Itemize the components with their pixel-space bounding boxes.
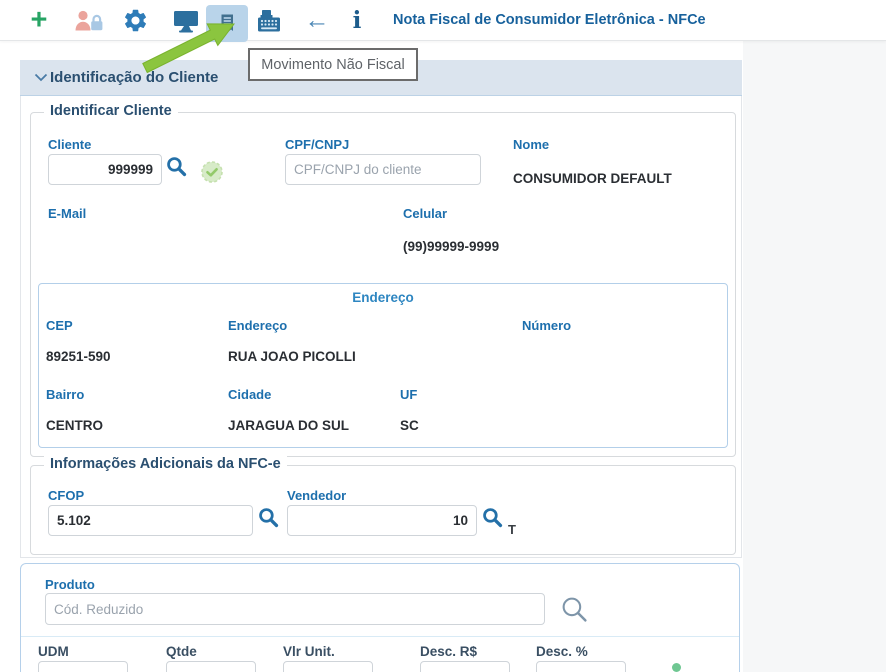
identificar-cliente-legend: Identificar Cliente [44,103,178,119]
cfop-label: CFOP [48,488,84,503]
numero-label: Número [522,318,571,333]
nome-label: Nome [513,137,549,152]
informacoes-adicionais-legend: Informações Adicionais da NFC-e [44,456,287,472]
vlr-unit-input[interactable] [283,661,373,672]
celular-value: (99)99999-9999 [403,239,499,254]
col-udm-label: UDM [38,644,69,659]
right-background [743,40,886,672]
produto-search-icon[interactable] [560,595,589,624]
page-title: Nota Fiscal de Consumidor Eletrônica - N… [393,0,706,40]
chevron-down-icon[interactable] [34,73,48,82]
cidade-value: JARAGUA DO SUL [228,418,349,433]
bairro-value: CENTRO [46,418,103,433]
desc-pct-input[interactable] [536,661,626,672]
cash-register-glyph [254,8,284,34]
cfop-input[interactable] [48,505,253,536]
cliente-label: Cliente [48,137,91,152]
verified-check-icon [200,160,224,184]
cliente-input[interactable] [48,154,162,185]
qtde-input[interactable] [166,661,256,672]
tooltip-movimento-nao-fiscal: Movimento Não Fiscal [248,48,418,81]
col-qtde-label: Qtde [166,644,197,659]
col-desc-rs-label: Desc. R$ [420,644,477,659]
endereco-label: Endereço [228,318,287,333]
cpf-cnpj-input[interactable] [285,154,481,185]
vendedor-search-icon[interactable] [481,506,504,529]
cpf-cnpj-label: CPF/CNPJ [285,137,349,152]
endereco-box [38,283,728,448]
desc-rs-input[interactable] [420,661,510,672]
back-arrow-icon[interactable]: ← [300,0,334,40]
annotation-arrow-icon [118,10,258,90]
nfce-window: + [0,0,886,672]
user-lock-icon[interactable] [72,7,104,34]
cliente-search-icon[interactable] [165,155,188,178]
endereco-value: RUA JOAO PICOLLI [228,349,356,364]
cidade-label: Cidade [228,387,271,402]
celular-label: Celular [403,206,447,221]
vendedor-input[interactable] [287,505,477,536]
tooltip-text: Movimento Não Fiscal [261,57,404,73]
cep-value: 89251-590 [46,349,111,364]
add-item-icon[interactable] [672,663,681,672]
user-lock-glyph [73,8,103,34]
vendedor-label: Vendedor [287,488,346,503]
vendedor-name-value: T [508,522,516,537]
produto-search-input[interactable] [45,593,545,625]
col-desc-pct-label: Desc. % [536,644,588,659]
cep-label: CEP [46,318,73,333]
uf-value: SC [400,418,419,433]
add-icon[interactable]: + [24,0,54,40]
bairro-label: Bairro [46,387,84,402]
produto-label: Produto [45,577,95,592]
endereco-box-title: Endereço [38,290,728,305]
cfop-search-icon[interactable] [257,506,280,529]
udm-input[interactable] [38,661,128,672]
col-vlr-unit-label: Vlr Unit. [283,644,335,659]
email-label: E-Mail [48,206,86,221]
produto-divider [21,636,739,637]
uf-label: UF [400,387,417,402]
info-icon[interactable]: i [344,0,370,40]
nome-value: CONSUMIDOR DEFAULT [513,171,672,186]
